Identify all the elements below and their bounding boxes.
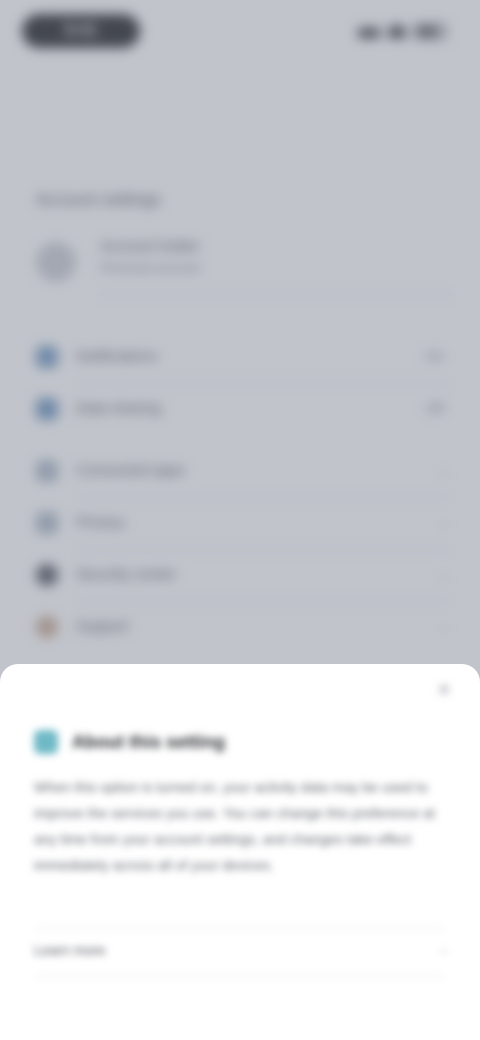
info-icon	[34, 730, 58, 754]
app-screen: 9:41 Account settings Account holder Per…	[0, 0, 480, 1040]
sheet-body-text: When this option is turned on, your acti…	[34, 779, 435, 873]
divider	[34, 928, 446, 929]
learn-more-link[interactable]: Learn more	[34, 942, 106, 958]
bottom-sheet-content: ✕ About this setting When this option is…	[0, 664, 480, 1040]
close-button[interactable]: ✕	[430, 676, 458, 704]
sheet-title: About this setting	[72, 732, 225, 752]
bottom-sheet: ✕ About this setting When this option is…	[0, 664, 480, 1040]
chevron-right-icon: ›	[441, 942, 446, 958]
divider	[34, 976, 446, 977]
